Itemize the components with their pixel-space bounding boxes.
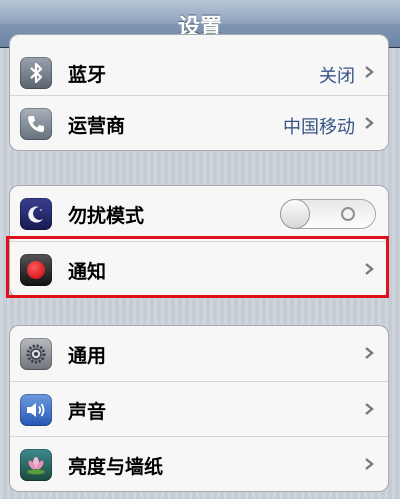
bluetooth-icon (20, 57, 52, 89)
row-brightness-wallpaper-label: 亮度与墙纸 (68, 456, 164, 478)
flower-icon (20, 449, 52, 481)
row-sounds-label: 声音 (68, 401, 107, 423)
chevron-right-icon (365, 66, 374, 78)
chevron-right-icon (365, 347, 374, 359)
row-carrier-label: 运营商 (68, 115, 126, 137)
row-notifications-label: 通知 (68, 261, 107, 283)
row-notifications[interactable]: 通知 (10, 241, 388, 297)
chevron-right-icon (365, 263, 374, 275)
chevron-right-icon (365, 458, 374, 470)
chevron-right-icon (365, 117, 374, 129)
notifications-icon (20, 254, 52, 286)
row-bluetooth-value: 关闭 (319, 66, 355, 87)
row-bluetooth[interactable]: 蓝牙 关闭 (10, 35, 388, 95)
row-general[interactable]: 通用 (10, 326, 388, 381)
do-not-disturb-toggle[interactable] (280, 199, 376, 229)
speaker-icon (20, 394, 52, 426)
row-brightness-wallpaper[interactable]: 亮度与墙纸 (10, 436, 388, 491)
row-carrier[interactable]: 运营商 中国移动 (10, 95, 388, 150)
settings-group-device: 通用 声音 亮度与墙纸 (9, 325, 389, 492)
carrier-phone-icon (20, 108, 52, 140)
moon-icon (20, 198, 52, 230)
settings-group-connectivity: 蓝牙 关闭 运营商 中国移动 (9, 34, 389, 151)
row-do-not-disturb-label: 勿扰模式 (68, 205, 145, 227)
settings-group-alerts: 勿扰模式 通知 (9, 185, 389, 298)
toggle-knob (280, 199, 310, 229)
row-sounds[interactable]: 声音 (10, 381, 388, 436)
gear-icon (20, 338, 52, 370)
row-bluetooth-label: 蓝牙 (68, 64, 107, 86)
row-do-not-disturb: 勿扰模式 (10, 186, 388, 241)
row-general-label: 通用 (68, 345, 107, 367)
toggle-off-indicator-icon (341, 207, 355, 221)
row-carrier-value: 中国移动 (283, 117, 355, 138)
chevron-right-icon (365, 403, 374, 415)
